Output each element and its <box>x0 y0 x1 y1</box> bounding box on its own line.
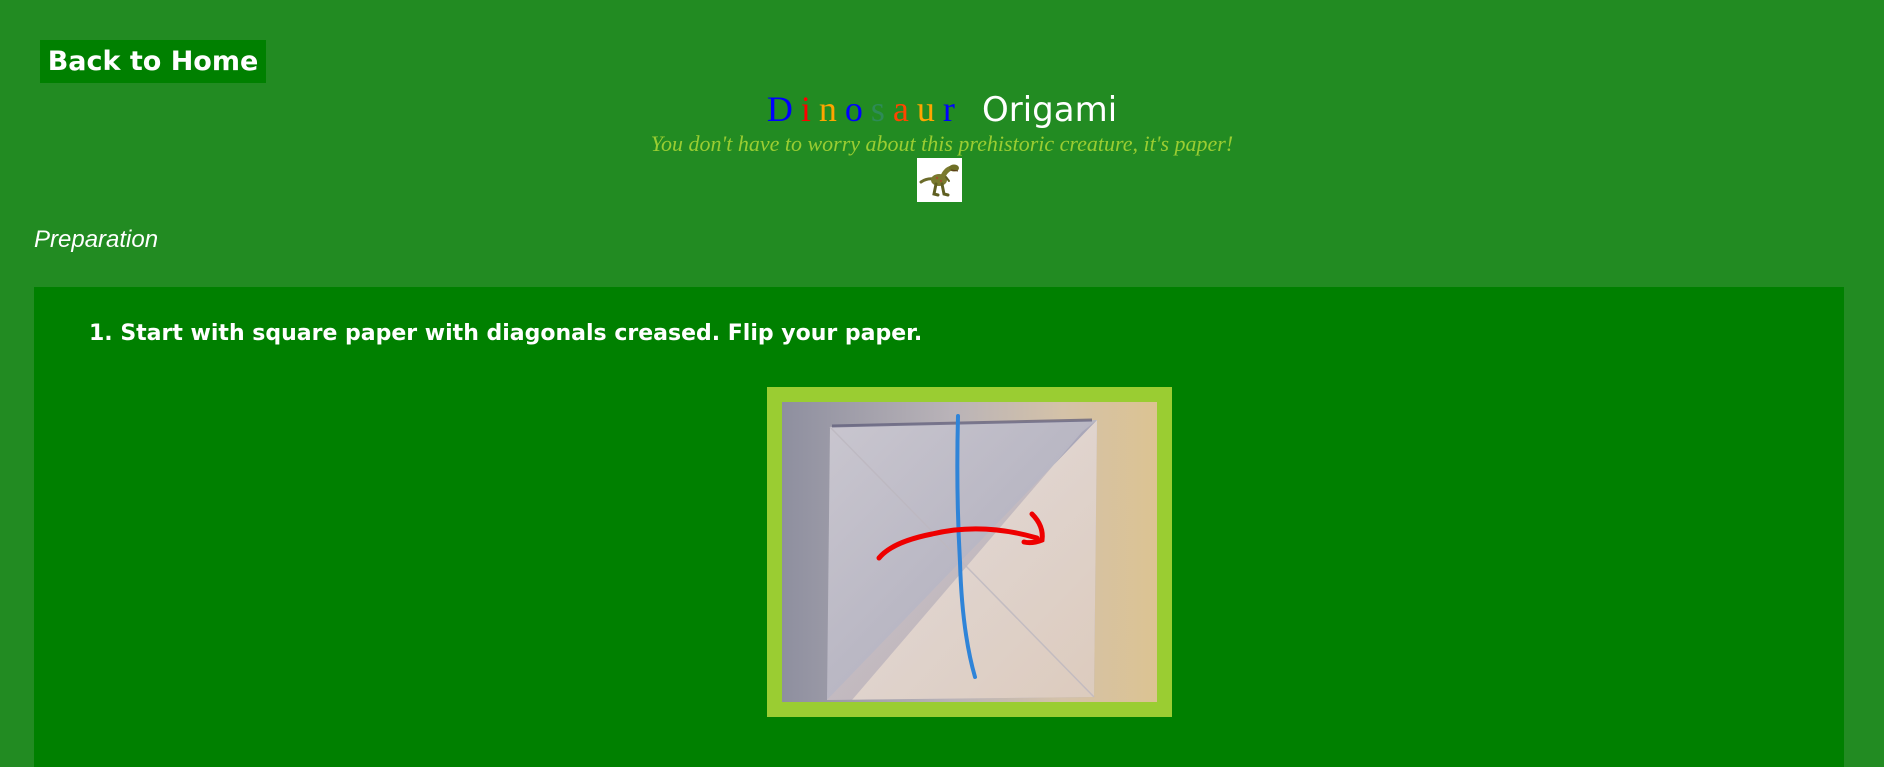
back-to-home-button[interactable]: Back to Home <box>40 40 266 83</box>
page-title: Dinosaur Origami <box>0 88 1884 130</box>
title-letter: s <box>870 89 887 129</box>
page-subtitle: You don't have to worry about this prehi… <box>650 131 1234 156</box>
title-letter: D <box>766 89 795 129</box>
title-letter: r <box>942 89 957 129</box>
dinosaur-image <box>917 158 962 202</box>
step-1-text: 1. Start with square paper with diagonal… <box>89 321 923 346</box>
step-1-image <box>782 402 1157 702</box>
dinosaur-icon <box>917 158 962 202</box>
step-panel: 1. Start with square paper with diagonal… <box>34 287 1844 767</box>
section-heading-preparation: Preparation <box>34 226 159 253</box>
title-word-origami: Origami <box>981 90 1118 130</box>
title-letter: a <box>892 89 911 129</box>
title-letter: i <box>800 89 813 129</box>
folded-paper-flip-diagram-icon <box>782 402 1157 702</box>
title-letter: u <box>916 89 937 129</box>
title-letter: n <box>818 89 839 129</box>
title-letter: o <box>844 89 865 129</box>
step-1-image-frame <box>767 387 1172 717</box>
